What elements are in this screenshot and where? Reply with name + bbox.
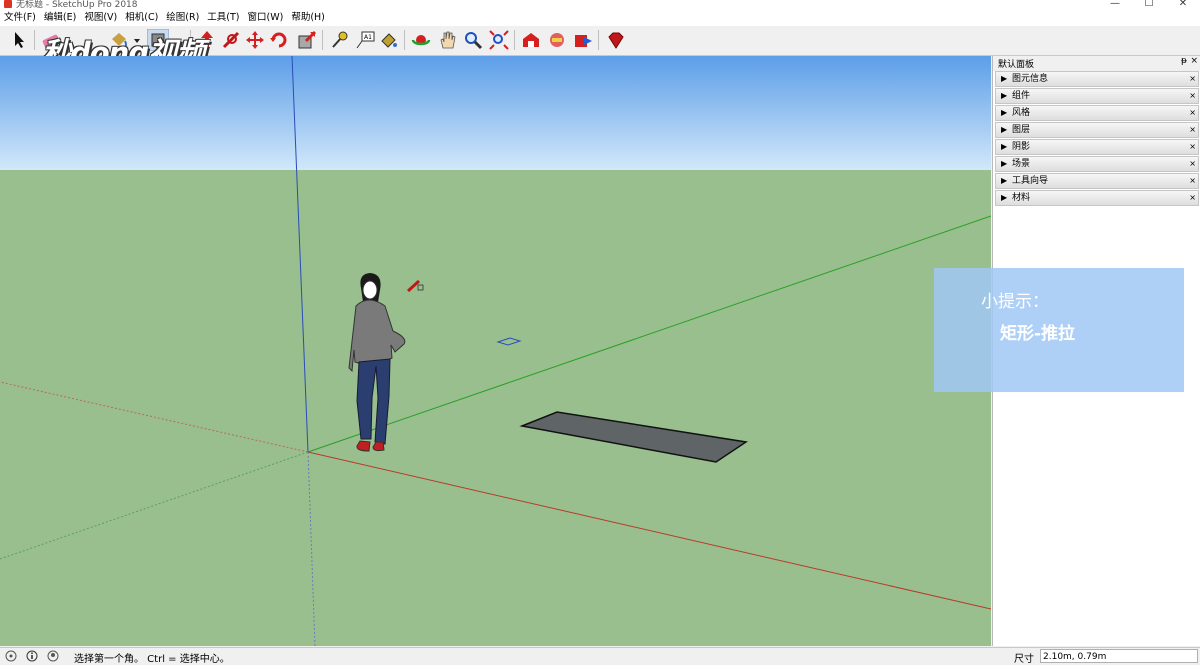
toolbar-separator [34, 30, 35, 50]
orbit-icon[interactable] [410, 29, 432, 51]
tray-title: 默认面板 [998, 60, 1035, 70]
close-icon[interactable]: × [1189, 72, 1196, 86]
blue-axis-solid [291, 56, 309, 453]
expand-arrow-icon: ▶ [1001, 125, 1008, 134]
move-icon[interactable] [244, 29, 266, 51]
tray-item-scenes[interactable]: ▶ 场景 × [995, 156, 1199, 172]
close-icon[interactable]: × [1189, 106, 1196, 120]
expand-arrow-icon: ▶ [1001, 74, 1008, 83]
window-title: 无标题 - SketchUp Pro 2018 [16, 0, 138, 10]
close-icon[interactable]: × [1189, 123, 1196, 137]
red-axis-dashed [0, 381, 309, 453]
tape-measure-icon[interactable] [328, 29, 350, 51]
modeling-viewport[interactable] [0, 56, 991, 646]
tray-item-components[interactable]: ▶ 组件 × [995, 88, 1199, 104]
tip-overlay: 小提示： 矩形-推拉 [934, 268, 1184, 392]
menu-tools[interactable]: 工具(T) [203, 10, 243, 26]
title-bar: 无标题 - SketchUp Pro 2018 — ☐ ✕ [0, 0, 1200, 10]
red-axis-solid [307, 451, 991, 610]
toolbar-separator [598, 30, 599, 50]
close-button[interactable]: ✕ [1166, 0, 1200, 9]
pencil-cursor-icon [406, 279, 424, 293]
measurements-label: 尺寸 [1014, 654, 1034, 665]
text-icon[interactable]: A1 [354, 29, 376, 51]
status-message: 选择第一个角。 Ctrl = 选择中心。 [74, 654, 230, 665]
status-bar: 选择第一个角。 Ctrl = 选择中心。 尺寸 2.10m, 0.79m [0, 647, 1200, 665]
menu-window[interactable]: 窗口(W) [244, 10, 288, 26]
close-icon[interactable]: × [1189, 191, 1196, 205]
tray-header: 默认面板 ᵽ × [993, 56, 1200, 71]
tray-close-icon[interactable]: × [1190, 56, 1198, 66]
human-figure [348, 273, 406, 452]
menu-help[interactable]: 帮助(H) [287, 10, 329, 26]
send-icon[interactable] [572, 29, 594, 51]
info-icon[interactable] [26, 650, 38, 662]
paint-icon[interactable] [378, 29, 400, 51]
blue-axis-dashed [307, 451, 316, 646]
expand-arrow-icon: ▶ [1001, 176, 1008, 185]
menu-file[interactable]: 文件(F) [0, 10, 40, 26]
select-icon[interactable] [8, 29, 30, 51]
expand-arrow-icon: ▶ [1001, 193, 1008, 202]
expand-arrow-icon: ▶ [1001, 108, 1008, 117]
svg-text:A1: A1 [364, 34, 372, 41]
sketchup-app-icon [4, 0, 12, 8]
tray-item-layers[interactable]: ▶ 图层 × [995, 122, 1199, 138]
close-icon[interactable]: × [1189, 140, 1196, 154]
tip-heading: 小提示： [981, 292, 1049, 312]
expand-arrow-icon: ▶ [1001, 159, 1008, 168]
zoom-icon[interactable] [462, 29, 484, 51]
geo-location-icon[interactable] [5, 650, 17, 662]
green-axis-dashed [0, 451, 309, 560]
drawn-rectangle[interactable] [519, 411, 749, 463]
close-icon[interactable]: × [1189, 174, 1196, 188]
tray-item-entity-info[interactable]: ▶ 图元信息 × [995, 71, 1199, 87]
menu-view[interactable]: 视图(V) [80, 10, 121, 26]
selection-rectangle [496, 337, 522, 346]
pan-icon[interactable] [436, 29, 458, 51]
warehouse-icon[interactable] [520, 29, 542, 51]
green-axis-solid [307, 215, 991, 453]
line-icon[interactable] [220, 29, 242, 51]
pin-icon[interactable]: ᵽ [1181, 56, 1187, 66]
tray-item-instructor[interactable]: ▶ 工具向导 × [995, 173, 1199, 189]
expand-arrow-icon: ▶ [1001, 142, 1008, 151]
tray-item-shadows[interactable]: ▶ 阴影 × [995, 139, 1199, 155]
scene-canvas [0, 56, 991, 646]
maximize-button[interactable]: ☐ [1132, 0, 1166, 9]
menu-bar: 文件(F) 编辑(E) 视图(V) 相机(C) 绘图(R) 工具(T) 窗口(W… [0, 10, 1200, 26]
window-controls: — ☐ ✕ [1098, 0, 1200, 9]
scale-icon[interactable] [296, 29, 318, 51]
toolbar-separator [404, 30, 405, 50]
user-account-icon[interactable] [47, 650, 59, 662]
ruby-icon[interactable] [604, 29, 626, 51]
tray-item-styles[interactable]: ▶ 风格 × [995, 105, 1199, 121]
minimize-button[interactable]: — [1098, 0, 1132, 9]
zoom-extents-icon[interactable] [488, 29, 510, 51]
toolbar-separator [514, 30, 515, 50]
extension-icon[interactable] [546, 29, 568, 51]
menu-camera[interactable]: 相机(C) [121, 10, 162, 26]
rotate-icon[interactable] [268, 29, 290, 51]
menu-draw[interactable]: 绘图(R) [162, 10, 203, 26]
tray-item-materials[interactable]: ▶ 材料 × [995, 190, 1199, 206]
tip-body: 矩形-推拉 [1000, 324, 1076, 344]
expand-arrow-icon: ▶ [1001, 91, 1008, 100]
close-icon[interactable]: × [1189, 89, 1196, 103]
toolbar-separator [322, 30, 323, 50]
close-icon[interactable]: × [1189, 157, 1196, 171]
menu-edit[interactable]: 编辑(E) [40, 10, 80, 26]
measurements-input[interactable]: 2.10m, 0.79m [1040, 649, 1198, 663]
